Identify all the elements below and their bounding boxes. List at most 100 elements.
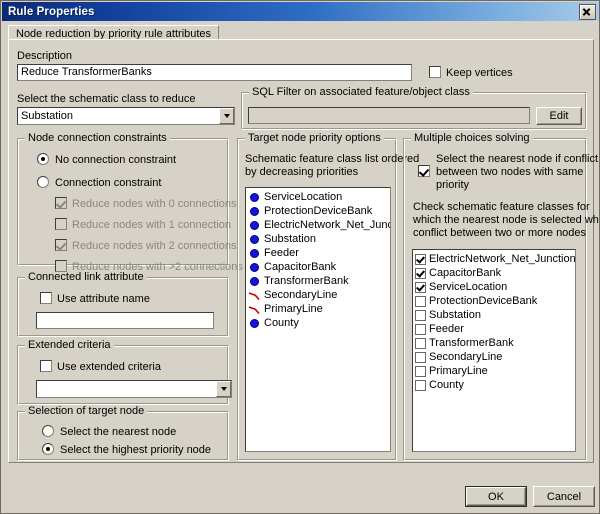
choices-list-item-label: CapacitorBank [427,266,501,280]
choices-list-item[interactable]: ProtectionDeviceBank [415,294,575,308]
connected-link-attribute-input[interactable] [36,312,214,329]
priority-list-item-label: Substation [262,232,316,246]
description-input[interactable]: Reduce TransformerBanks [17,64,412,81]
priority-list-item[interactable]: ElectricNetwork_Net_Junctions [248,218,390,232]
connected-link-attribute-group: Connected link attribute Use attribute n… [17,277,229,337]
point-feature-icon [248,191,262,204]
choices-list-item[interactable]: ElectricNetwork_Net_Junctions [415,252,575,266]
schematic-class-label: Select the schematic class to reduce [17,93,196,106]
radio-no-connection-constraint[interactable] [37,153,49,165]
checkbox-reduce-nodes-2-connections-label: Reduce nodes with 2 connections [72,240,237,253]
nearest-node-conflict-checkbox[interactable] [418,165,430,177]
node-connection-constraints-title: Node connection constraints [25,133,170,144]
choices-list-item-checkbox[interactable] [415,338,426,349]
choices-list-item-checkbox[interactable] [415,352,426,363]
priority-list-item[interactable]: ServiceLocation [248,190,390,204]
extended-criteria-combobox[interactable] [36,380,232,398]
radio-select-highest-priority-node[interactable] [42,443,54,455]
title-bar: Rule Properties [2,2,600,21]
priority-list-item-label: CapacitorBank [262,260,336,274]
choices-list-item-checkbox[interactable] [415,310,426,321]
radio-connection-constraint-label: Connection constraint [55,177,161,190]
keep-vertices-label: Keep vertices [446,67,513,80]
radio-select-highest-priority-node-label: Select the highest priority node [60,444,211,457]
point-feature-icon [248,219,262,232]
sql-filter-edit-button[interactable]: Edit [536,107,582,125]
checkbox-reduce-nodes-0-connections[interactable] [55,197,67,209]
choices-list-item[interactable]: PrimaryLine [415,364,575,378]
nearest-node-conflict-line1: Select the nearest node if conflict [436,153,598,166]
cancel-button-label: Cancel [547,491,581,503]
radio-connection-constraint[interactable] [37,176,49,188]
choices-list-item-checkbox[interactable] [415,296,426,307]
keep-vertices-checkbox[interactable] [429,66,441,78]
priority-list-item[interactable]: PrimaryLine [248,302,390,316]
choices-list-item[interactable]: SecondaryLine [415,350,575,364]
multiple-choices-instructions-line3: conflict between two or more nodes [413,227,586,240]
multiple-choices-instructions-line1: Check schematic feature classes for [413,201,590,214]
choices-list-item-label: ServiceLocation [427,280,507,294]
point-feature-icon [248,317,262,330]
priority-list-item-label: TransformerBank [262,274,349,288]
nearest-node-conflict-line3: priority [436,179,469,192]
choices-list-item[interactable]: ServiceLocation [415,280,575,294]
point-feature-icon [248,247,262,260]
checkbox-reduce-nodes-2-connections[interactable] [55,239,67,251]
chevron-down-icon[interactable] [219,108,234,124]
multiple-choices-listbox[interactable]: ElectricNetwork_Net_JunctionsCapacitorBa… [412,249,576,452]
close-icon[interactable] [579,4,596,20]
priority-list-item[interactable]: County [248,316,390,330]
use-attribute-name-checkbox[interactable] [40,292,52,304]
ok-button-label: OK [488,491,504,503]
choices-list-item-checkbox[interactable] [415,324,426,335]
window-title: Rule Properties [8,6,95,18]
choices-list-item-label: Feeder [427,322,464,336]
choices-list-item[interactable]: Substation [415,308,575,322]
tab-page: Description Reduce TransformerBanks Keep… [8,39,594,463]
target-node-priority-listbox[interactable]: ServiceLocationProtectionDeviceBankElect… [245,187,391,452]
priority-list-item-label: SecondaryLine [262,288,337,302]
priority-list-item[interactable]: Substation [248,232,390,246]
chevron-down-icon-extended[interactable] [216,381,231,397]
priority-list-item[interactable]: CapacitorBank [248,260,390,274]
connected-link-attribute-title: Connected link attribute [25,272,147,283]
cancel-button[interactable]: Cancel [533,486,595,507]
radio-select-nearest-node[interactable] [42,425,54,437]
target-node-priority-options-group: Target node priority options Schematic f… [237,138,397,461]
priority-list-item[interactable]: ProtectionDeviceBank [248,204,390,218]
choices-list-item[interactable]: Feeder [415,322,575,336]
use-extended-criteria-checkbox[interactable] [40,360,52,372]
checkbox-reduce-nodes-1-connection[interactable] [55,218,67,230]
choices-list-item-checkbox[interactable] [415,282,426,293]
choices-list-item-checkbox[interactable] [415,254,426,265]
selection-of-target-node-title: Selection of target node [25,406,147,417]
choices-list-item[interactable]: TransformerBank [415,336,575,350]
selection-of-target-node-group: Selection of target node Select the near… [17,411,229,461]
choices-list-item-checkbox[interactable] [415,380,426,391]
choices-list-item-checkbox[interactable] [415,366,426,377]
choices-list-item-label: PrimaryLine [427,364,488,378]
choices-list-item[interactable]: County [415,378,575,392]
priority-list-item[interactable]: Feeder [248,246,390,260]
choices-list-item-label: ElectricNetwork_Net_Junctions [427,252,576,266]
tab-strip: Node reduction by priority rule attribut… [8,25,594,39]
choices-list-item-checkbox[interactable] [415,268,426,279]
point-feature-icon [248,261,262,274]
choices-list-item[interactable]: CapacitorBank [415,266,575,280]
point-feature-icon [248,233,262,246]
point-feature-icon [248,275,262,288]
multiple-choices-solving-group: Multiple choices solving Select the near… [403,138,587,461]
priority-list-item[interactable]: SecondaryLine [248,288,390,302]
multiple-choices-instructions-line2: which the nearest node is selected when [413,214,600,227]
priority-list-item-label: PrimaryLine [262,302,323,316]
priority-list-item-label: Feeder [262,246,299,260]
ok-button[interactable]: OK [465,486,527,507]
schematic-class-combobox[interactable]: Substation [17,107,235,125]
priority-description-line2: by decreasing priorities [245,166,358,179]
sql-filter-input[interactable] [248,107,530,124]
priority-list-item[interactable]: TransformerBank [248,274,390,288]
line-feature-icon [248,303,262,316]
radio-no-connection-constraint-label: No connection constraint [55,154,176,167]
checkbox-reduce-nodes-1-connection-label: Reduce nodes with 1 connection [72,219,231,232]
multiple-choices-solving-title: Multiple choices solving [411,133,533,144]
